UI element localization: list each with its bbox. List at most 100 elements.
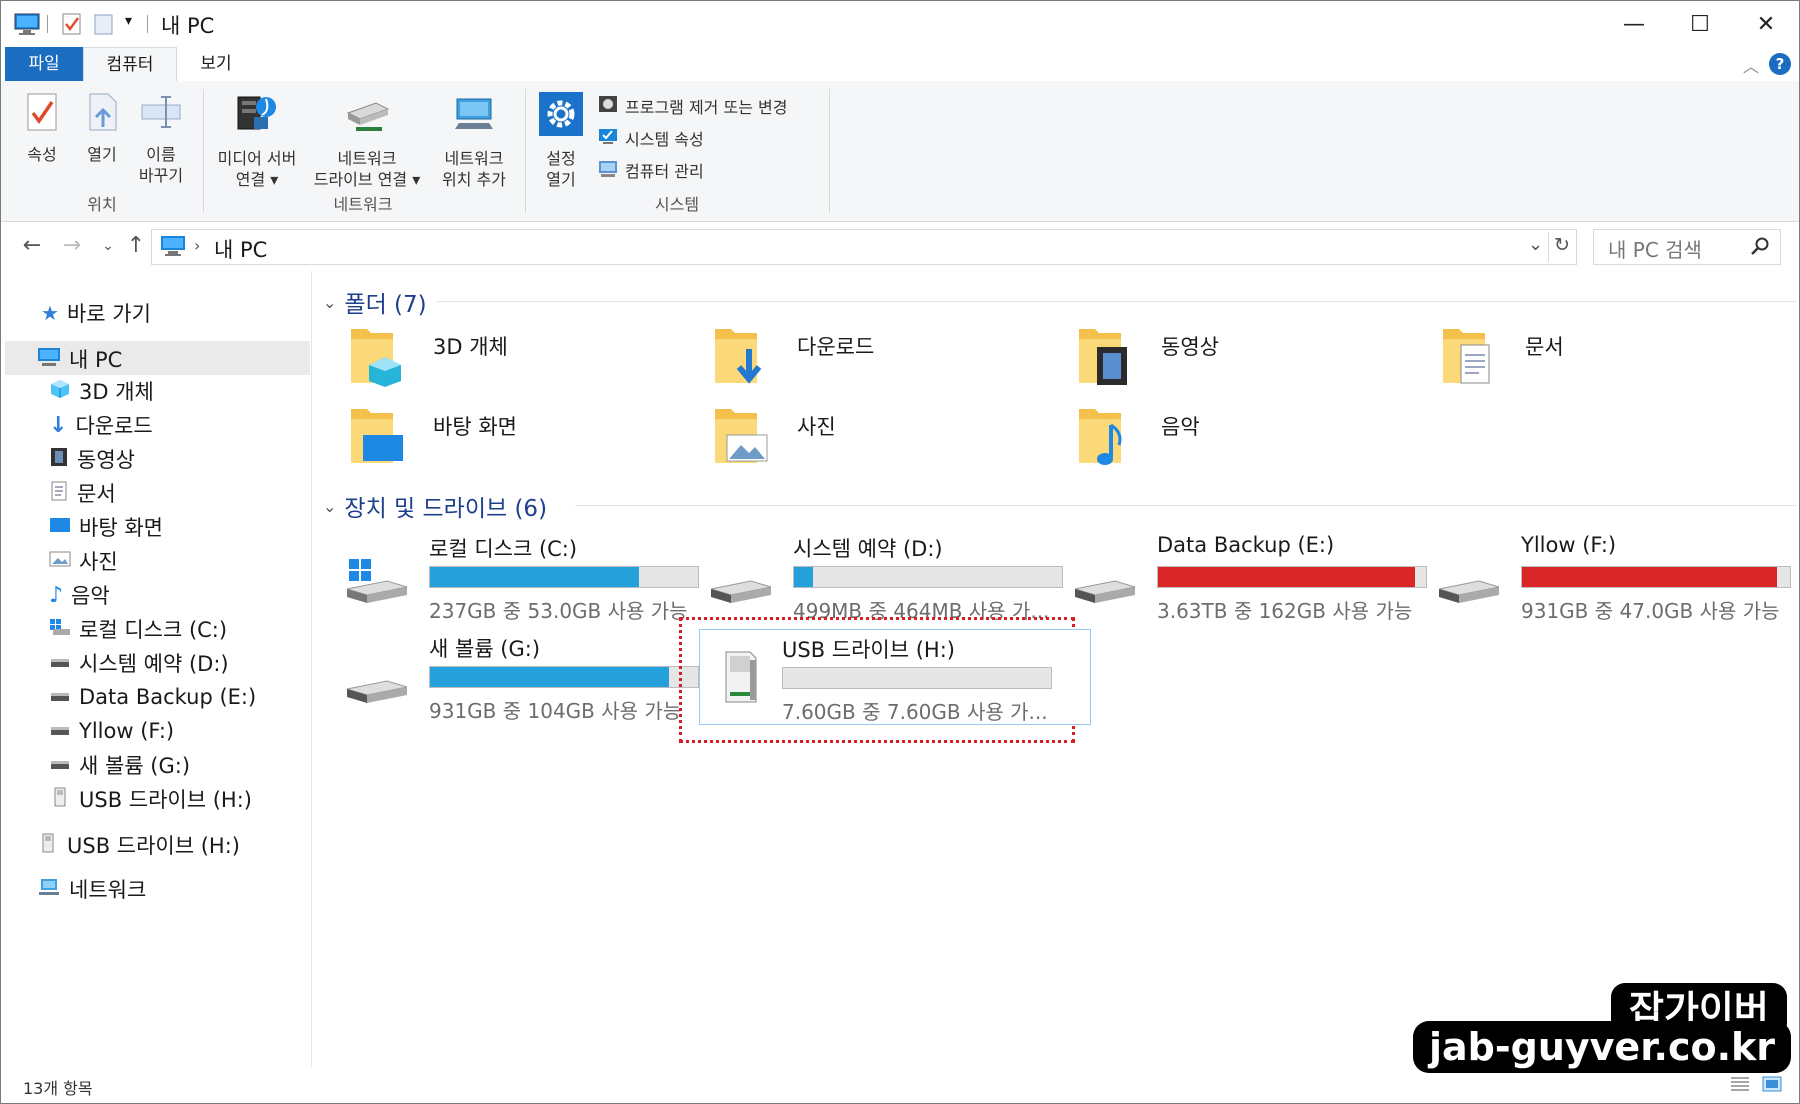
rename-label-1: 이름 (146, 145, 176, 164)
drive-usage-bar (793, 566, 1063, 588)
navigation-pane: ★ 바로 가기 내 PC 3D 개체 ↓ 다운로드 동영상 문서 바탕 화면 사… (1, 271, 312, 1067)
properties-label: 속성 (27, 145, 57, 164)
uninstall-program-button[interactable]: 프로그램 제거 또는 변경 (597, 93, 787, 119)
search-icon (1750, 236, 1770, 260)
nav-item-pictures[interactable]: 사진 (49, 545, 118, 577)
new-folder-qa-icon[interactable] (93, 11, 115, 37)
nav-item-downloads[interactable]: ↓ 다운로드 (49, 409, 153, 441)
drive-space-info: 931GB 중 47.0GB 사용 가능 (1521, 599, 1780, 623)
search-box[interactable]: 내 PC 검색 (1593, 229, 1781, 265)
tab-file[interactable]: 파일 (5, 47, 83, 81)
address-path: 내 PC (214, 238, 268, 262)
folder-music[interactable]: 음악 (1077, 403, 1407, 473)
system-properties-button[interactable]: 시스템 속성 (597, 125, 704, 151)
folder-3d-objects[interactable]: 3D 개체 (349, 323, 679, 393)
drives-section-header[interactable]: ⌄ 장치 및 드라이브 (6) (323, 489, 547, 523)
nav-item-drive-d[interactable]: 시스템 예약 (D:) (49, 647, 229, 679)
drive-space-info: 3.63TB 중 162GB 사용 가능 (1157, 599, 1413, 623)
details-view-icon[interactable] (1729, 1075, 1751, 1097)
network-location-icon (431, 91, 517, 142)
address-dropdown-icon[interactable]: ⌄ (1528, 234, 1543, 255)
collapse-ribbon-icon[interactable]: ︿ (1743, 53, 1759, 77)
nav-item-music[interactable]: ♪ 음악 (49, 579, 110, 611)
folder-documents[interactable]: 문서 (1441, 323, 1771, 393)
folders-section-header[interactable]: ⌄ 폴더 (7) (323, 285, 427, 319)
qa-separator (47, 15, 48, 33)
drive-c[interactable]: 로컬 디스크 (C:) 237GB 중 53.0GB 사용 가능 (345, 533, 699, 623)
large-icons-view-icon[interactable] (1761, 1075, 1783, 1097)
uninstall-label: 프로그램 제거 또는 변경 (625, 98, 788, 117)
nav-item-label: USB 드라이브 (H:) (79, 788, 252, 812)
nav-item-desktop[interactable]: 바탕 화면 (49, 511, 163, 543)
folder-downloads[interactable]: 다운로드 (713, 323, 1043, 393)
add-network-location-button[interactable]: 네트워크 위치 추가 (431, 91, 517, 190)
up-arrow-icon[interactable]: ↑ (123, 231, 149, 261)
nav-item-drive-c[interactable]: 로컬 디스크 (C:) (49, 613, 227, 645)
drive-f[interactable]: Yllow (F:) 931GB 중 47.0GB 사용 가능 (1437, 533, 1791, 623)
refresh-icon[interactable]: ↻ (1554, 234, 1570, 256)
folder-videos[interactable]: 동영상 (1077, 323, 1407, 393)
close-button[interactable]: ✕ (1733, 1, 1799, 47)
nav-network[interactable]: 네트워크 (37, 873, 146, 905)
drive-g[interactable]: 새 볼륨 (G:) 931GB 중 104GB 사용 가능 (345, 633, 699, 723)
media-server-button[interactable]: 미디어 서버 연결 ▾ (207, 91, 307, 190)
folder-pictures[interactable]: 사진 (713, 403, 1043, 473)
drive-e[interactable]: Data Backup (E:) 3.63TB 중 162GB 사용 가능 (1073, 533, 1427, 623)
tab-computer[interactable]: 컴퓨터 (83, 47, 177, 83)
properties-qa-icon[interactable] (61, 11, 83, 37)
download-arrow-icon: ↓ (49, 412, 68, 438)
nav-item-drive-h[interactable]: USB 드라이브 (H:) (49, 783, 252, 815)
open-settings-button[interactable]: 설정 열기 (533, 91, 589, 190)
drive-icon (1074, 580, 1136, 603)
drive-d[interactable]: 시스템 예약 (D:) 499MB 중 464MB 사용 가... (709, 533, 1063, 623)
group-label-network: 네트워크 (333, 195, 393, 214)
properties-icon (19, 91, 65, 138)
explorer-window: ▾ 내 PC — ☐ ✕ 파일 컴퓨터 보기 ︿ ? 속성 열기 이름 바꾸기 … (0, 0, 1800, 1104)
back-arrow-icon[interactable]: ← (19, 231, 45, 261)
drive-name: 시스템 예약 (D:) (793, 537, 943, 561)
forward-arrow-icon[interactable]: → (59, 231, 85, 261)
breadcrumb-chevron-icon[interactable]: › (194, 236, 200, 255)
search-input[interactable]: 내 PC 검색 (1608, 234, 1702, 263)
nav-this-pc[interactable]: 내 PC (37, 343, 122, 375)
open-button[interactable]: 열기 (79, 91, 125, 165)
nav-item-label: 음악 (71, 584, 110, 608)
uninstall-icon (597, 93, 619, 119)
recent-locations-chevron-icon[interactable]: ⌄ (95, 231, 121, 261)
drive-icon (49, 719, 71, 744)
address-bar[interactable]: › 내 PC ⌄ ↻ (151, 229, 1577, 265)
usb-drive-icon (49, 786, 71, 813)
rename-button[interactable]: 이름 바꾸기 (135, 91, 187, 186)
windows-drive-icon (49, 617, 71, 642)
maximize-button[interactable]: ☐ (1667, 1, 1733, 47)
drive-h-selection[interactable]: USB 드라이브 (H:) 7.60GB 중 7.60GB 사용 가... (699, 629, 1091, 725)
nav-item-3d-objects[interactable]: 3D 개체 (49, 375, 154, 407)
computer-management-icon (597, 157, 619, 183)
nav-usb-root[interactable]: USB 드라이브 (H:) (37, 829, 240, 861)
properties-button[interactable]: 속성 (19, 91, 65, 165)
nav-item-drive-e[interactable]: Data Backup (E:) (49, 681, 256, 713)
nav-item-documents[interactable]: 문서 (49, 477, 116, 509)
network-icon (37, 876, 61, 903)
nav-item-videos[interactable]: 동영상 (49, 443, 135, 475)
nav-item-drive-f[interactable]: Yllow (F:) (49, 715, 174, 747)
tab-view[interactable]: 보기 (181, 47, 251, 81)
section-divider (575, 505, 1797, 506)
minimize-button[interactable]: — (1601, 1, 1667, 47)
folder-desktop[interactable]: 바탕 화면 (349, 403, 679, 473)
nav-item-label: 바탕 화면 (79, 516, 163, 540)
computer-management-button[interactable]: 컴퓨터 관리 (597, 157, 704, 183)
nav-quick-access[interactable]: ★ 바로 가기 (41, 297, 151, 329)
pin-star-icon: ★ (41, 301, 59, 325)
computer-icon[interactable] (13, 11, 41, 37)
drive-h[interactable]: USB 드라이브 (H:) 7.60GB 중 7.60GB 사용 가... (712, 634, 1062, 724)
open-settings-label-1: 설정 (546, 149, 576, 168)
qa-dropdown-icon[interactable]: ▾ (125, 13, 132, 39)
folder-music-icon (1079, 409, 1122, 465)
nav-item-label: 3D 개체 (79, 380, 154, 404)
nav-item-drive-g[interactable]: 새 볼륨 (G:) (49, 749, 190, 781)
map-network-drive-button[interactable]: 네트워크 드라이브 연결 ▾ (307, 91, 427, 190)
item-count: 13개 항목 (23, 1079, 93, 1098)
help-icon[interactable]: ? (1769, 53, 1791, 75)
group-label-system: 시스템 (654, 195, 700, 214)
